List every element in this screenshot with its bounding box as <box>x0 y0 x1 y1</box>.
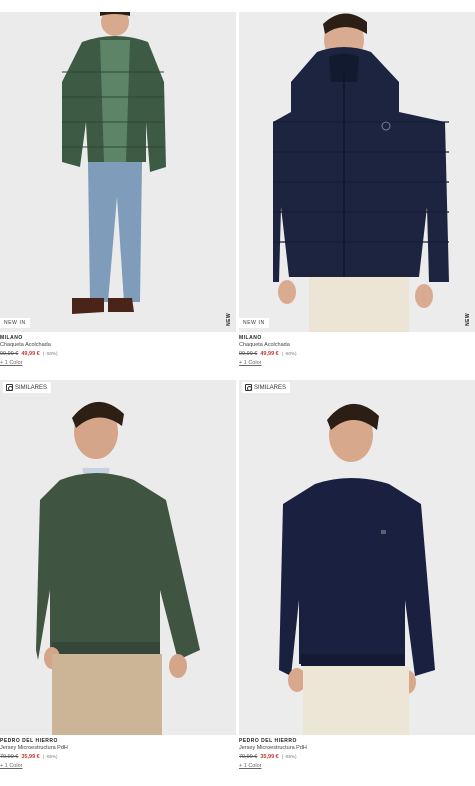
product-info: MILANO Chaqueta Acolchada 99,99 € 49,99 … <box>0 332 236 368</box>
discount-label: ( -55%) <box>42 754 58 759</box>
product-card[interactable]: NEW IN NEW MILANO Chaqueta Acolchada 99,… <box>239 12 475 368</box>
discount-label: ( -50%) <box>42 351 58 356</box>
product-name[interactable]: Jersey Microestructura PdH <box>239 745 475 752</box>
similar-products-button[interactable]: SIMILARES <box>3 382 52 393</box>
more-colors-link[interactable]: + 1 Color <box>239 762 475 771</box>
price-row: 99,99 € 49,99 € ( -50%) <box>0 349 236 359</box>
product-info: PEDRO DEL HIERRO Jersey Microestructura … <box>0 735 236 771</box>
similar-label: SIMILARES <box>15 384 48 391</box>
more-colors-link[interactable]: + 1 Color <box>0 359 236 368</box>
product-name[interactable]: Chaqueta Acolchada <box>239 342 475 349</box>
product-name[interactable]: Chaqueta Acolchada <box>0 342 236 349</box>
similar-search-icon <box>6 384 13 391</box>
more-colors-link[interactable]: + 1 Color <box>0 762 236 771</box>
model-photo <box>0 12 236 332</box>
model-photo <box>0 380 236 735</box>
product-name[interactable]: Jersey Microestructura PdH <box>0 745 236 752</box>
new-in-badge: NEW IN <box>239 318 269 328</box>
new-in-badge: NEW IN <box>0 318 30 328</box>
old-price: 79,99 € <box>0 754 19 760</box>
product-card[interactable]: SIMILARES PEDRO DEL HIERRO Jersey Microe… <box>0 380 236 771</box>
new-vertical-tag: NEW <box>226 313 232 326</box>
product-image[interactable]: NEW IN NEW <box>0 12 236 332</box>
similar-search-icon <box>245 384 252 391</box>
product-brand: PEDRO DEL HIERRO <box>239 738 297 744</box>
price-row: 79,99 € 35,99 € ( -55%) <box>239 752 475 762</box>
old-price: 79,99 € <box>239 754 258 760</box>
model-photo <box>239 380 475 735</box>
sale-price: 35,99 € <box>21 754 40 760</box>
product-image[interactable]: NEW IN NEW <box>239 12 475 332</box>
similar-products-button[interactable]: SIMILARES <box>242 382 291 393</box>
product-info: PEDRO DEL HIERRO Jersey Microestructura … <box>239 735 475 771</box>
model-photo <box>239 12 475 332</box>
price-row: 79,99 € 35,99 € ( -55%) <box>0 752 236 762</box>
price-row: 99,99 € 49,99 € ( -50%) <box>239 349 475 359</box>
sale-price: 35,99 € <box>260 754 279 760</box>
product-brand: MILANO <box>0 335 23 341</box>
sale-price: 49,99 € <box>260 351 279 357</box>
discount-label: ( -55%) <box>281 754 297 759</box>
product-card[interactable]: NEW IN NEW MILANO Chaqueta Acolchada 99,… <box>0 12 236 368</box>
sale-price: 49,99 € <box>21 351 40 357</box>
product-card[interactable]: SIMILARES PEDRO DEL HIERRO Jersey Microe… <box>239 380 475 771</box>
new-vertical-tag: NEW <box>465 313 471 326</box>
product-brand: MILANO <box>239 335 262 341</box>
old-price: 99,99 € <box>239 351 258 357</box>
product-brand: PEDRO DEL HIERRO <box>0 738 58 744</box>
old-price: 99,99 € <box>0 351 19 357</box>
product-image[interactable]: SIMILARES <box>239 380 475 735</box>
discount-label: ( -50%) <box>281 351 297 356</box>
more-colors-link[interactable]: + 1 Color <box>239 359 475 368</box>
similar-label: SIMILARES <box>254 384 287 391</box>
product-image[interactable]: SIMILARES <box>0 380 236 735</box>
product-info: MILANO Chaqueta Acolchada 99,99 € 49,99 … <box>239 332 475 368</box>
